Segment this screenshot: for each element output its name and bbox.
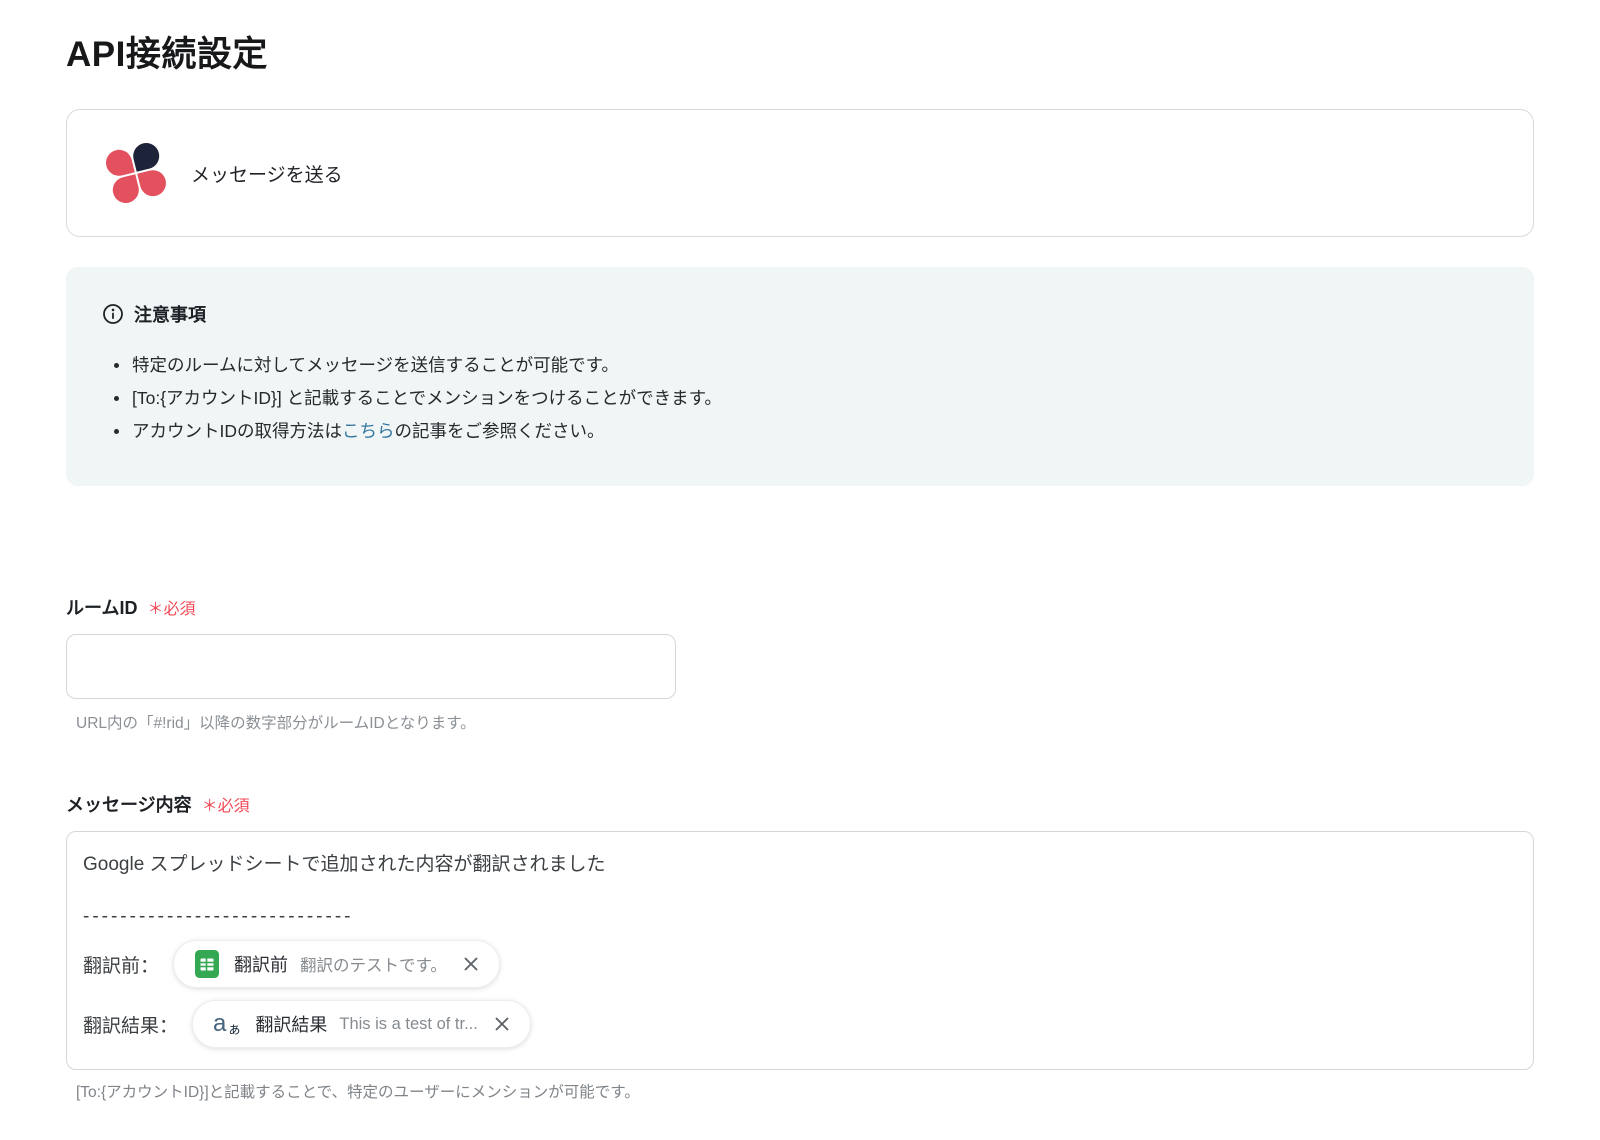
chip-result-name: 翻訳結果 [255,1015,328,1035]
room-id-label: ルームID [66,598,138,618]
room-id-required-badge: ＊必須 [147,601,196,618]
token-chip-translation-result[interactable]: a ぁ 翻訳結果 This is a test of tr... [192,1000,531,1048]
app-card: メッセージを送る [66,109,1534,237]
notice-item-1: 特定のルームに対してメッセージを送信することが可能です。 [110,349,1498,382]
message-label-row: メッセージ内容 ＊必須 [66,791,1534,817]
chip-result-value: This is a test of tr... [339,1014,478,1033]
page-title: API接続設定 [66,35,268,74]
notice-item-2-text: [To:{アカウントID}] と記載することでメンションをつけることができます。 [132,388,722,408]
chip-before-name: 翻訳前 [234,955,289,975]
before-translation-label: 翻訳前： [83,955,160,977]
message-row-result: 翻訳結果： a ぁ 翻訳結果 This is a test of tr... [83,998,1517,1050]
room-id-helper-text: URL内の「#!rid」以降の数字部分がルームIDとなります。 [76,715,476,732]
notice-item-1-text: 特定のルームに対してメッセージを送信することが可能です。 [132,355,619,375]
message-row-before: 翻訳前： 翻訳前 翻訳のテストです。 [83,938,1517,990]
chip-before-value: 翻訳のテストです。 [300,957,447,975]
notice-item-3-post: の記事をご参照ください。 [394,421,605,441]
notice-item-3-pre: アカウントIDの取得方法は [132,421,342,441]
notice-title: 注意事項 [134,305,206,325]
logo-petal-red-2 [137,167,169,199]
google-sheets-icon [194,949,220,979]
message-divider-line: ----------------------------- [83,906,354,927]
translate-icon-latin: a [213,1010,227,1037]
app-action-name: メッセージを送る [191,164,343,186]
app-logo-icon [101,138,171,208]
room-id-input[interactable] [66,634,676,699]
notice-box: 注意事項 特定のルームに対してメッセージを送信することが可能です。 [To:{ア… [66,267,1534,486]
message-field: メッセージ内容 ＊必須 Google スプレッドシートで追加された内容が翻訳され… [66,791,1534,1102]
message-helper-text: [To:{アカウントID}]と記載することで、特定のユーザーにメンションが可能で… [76,1084,640,1101]
message-content-editor[interactable]: Google スプレッドシートで追加された内容が翻訳されました --------… [66,831,1534,1070]
notice-item-3: アカウントIDの取得方法はこちらの記事をご参照ください。 [110,415,1498,448]
notice-list: 特定のルームに対してメッセージを送信することが可能です。 [To:{アカウントI… [110,349,1498,448]
message-label: メッセージ内容 [66,795,192,815]
chip-result-close-icon[interactable] [492,1014,512,1034]
translate-icon-hiragana: ぁ [227,1021,242,1037]
token-chip-before-translation[interactable]: 翻訳前 翻訳のテストです。 [173,940,500,988]
chip-before-close-icon[interactable] [461,954,481,974]
logo-petal-red-1 [103,147,135,179]
translation-result-label: 翻訳結果： [83,1015,179,1037]
notice-article-link[interactable]: こちら [342,421,395,441]
translate-icon: a ぁ [213,1010,242,1037]
info-icon [102,303,124,325]
message-required-badge: ＊必須 [201,798,250,815]
notice-header: 注意事項 [102,301,1498,327]
notice-item-2: [To:{アカウントID}] と記載することでメンションをつけることができます。 [110,382,1498,415]
page: API接続設定 メッセージを送る 注意事項 特定のルームに対してメッセージを送信 [0,0,1600,1102]
logo-petal-navy [130,140,162,172]
room-id-label-row: ルームID ＊必須 [66,594,1534,620]
room-id-field: ルームID ＊必須 URL内の「#!rid」以降の数字部分がルームIDとなります… [66,594,1534,733]
message-line-1: Google スプレッドシートで追加された内容が翻訳されました [83,854,606,875]
logo-petal-red-3 [110,174,142,206]
